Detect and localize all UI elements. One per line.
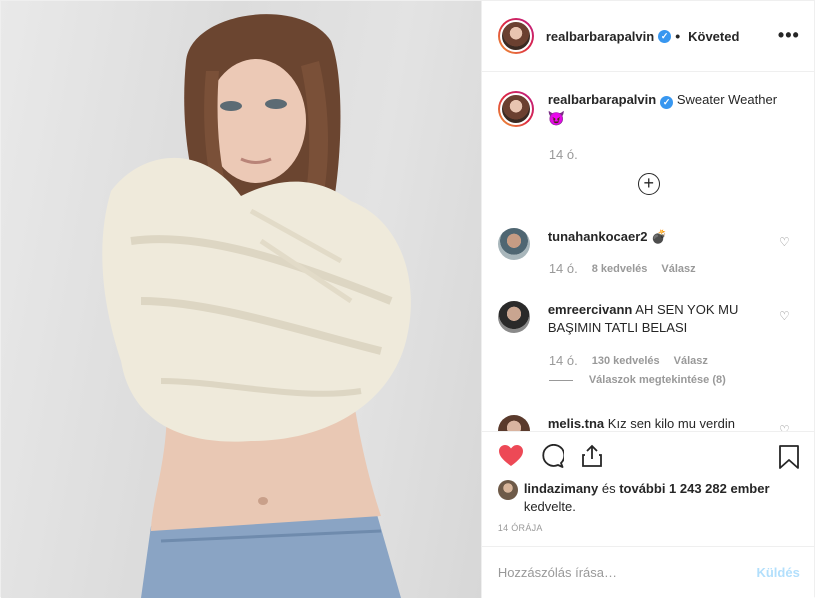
load-more-comments-icon[interactable]: + <box>637 173 660 195</box>
heart-filled-icon[interactable] <box>498 444 524 468</box>
replies-line <box>548 379 573 381</box>
likes-summary: lindazimany és további 1 243 282 ember k… <box>497 480 770 516</box>
post-modal: realbarbarapalvin ✓ • Követed ••• realba… <box>0 0 815 598</box>
liker-username[interactable]: lindazimany <box>524 481 598 496</box>
comment-icon[interactable] <box>540 444 564 468</box>
follow-status[interactable]: Követed <box>688 29 739 44</box>
reply-button[interactable]: Válasz <box>661 263 695 275</box>
comment-avatar[interactable] <box>497 415 530 431</box>
share-icon[interactable] <box>580 444 604 468</box>
comment-item: melis.tna Kız sen kilo mu verdin <box>497 415 788 431</box>
comment-meta: 14 ó. 8 kedvelés Válasz <box>549 261 710 276</box>
comment-time[interactable]: 14 ó. <box>549 353 578 368</box>
verified-icon: ✓ <box>658 29 672 43</box>
add-comment-bar: Küldés <box>481 546 815 598</box>
comment-likes[interactable]: 130 kedvelés <box>592 355 660 367</box>
likes-suffix: kedvelte. <box>523 499 576 514</box>
author-username[interactable]: realbarbarapalvin <box>546 29 654 44</box>
comment-text: Kız sen kilo mu verdin <box>607 416 735 431</box>
reply-button[interactable]: Válasz <box>674 355 708 367</box>
post-sidebar: realbarbarapalvin ✓ • Követed ••• realba… <box>480 1 815 598</box>
comment-likes[interactable]: 8 kedvelés <box>592 263 648 275</box>
comment-time[interactable]: 14 ó. <box>549 261 578 276</box>
comment-like-icon[interactable]: ♡ <box>779 423 790 431</box>
comment-meta: 14 ó. 130 kedvelés Válasz <box>549 353 722 368</box>
view-replies-button[interactable]: Válaszok megtekintése (8) <box>548 374 726 386</box>
comment-item: emreercivann AH SEN YOK MU BAŞIMIN TATLI… <box>497 301 788 337</box>
author-avatar[interactable] <box>497 18 534 54</box>
comment-like-icon[interactable]: ♡ <box>779 309 790 323</box>
comment-like-icon[interactable]: ♡ <box>779 235 790 249</box>
caption-avatar[interactable] <box>497 91 534 127</box>
bookmark-icon[interactable] <box>778 444 800 470</box>
comment-username[interactable]: emreercivann <box>548 302 633 317</box>
comment-text: 💣 <box>651 229 668 244</box>
comments-list[interactable]: realbarbarapalvin ✓ Sweater Weather 😈 14 … <box>482 73 815 431</box>
liker-avatar[interactable] <box>497 480 518 500</box>
verified-icon: ✓ <box>660 96 674 109</box>
likes-conjunction: és <box>598 481 620 496</box>
post-actions: lindazimany és további 1 243 282 ember k… <box>481 431 815 546</box>
caption-username[interactable]: realbarbarapalvin <box>548 92 656 107</box>
comment-input[interactable] <box>497 565 757 580</box>
caption-emoji: 😈 <box>547 110 566 126</box>
caption: realbarbarapalvin ✓ Sweater Weather 😈 <box>497 91 793 128</box>
more-options-icon[interactable]: ••• <box>778 25 800 46</box>
view-replies-label: Válaszok megtekintése (8) <box>588 374 726 386</box>
post-header: realbarbarapalvin ✓ • Követed ••• <box>481 1 815 72</box>
comment-avatar[interactable] <box>497 301 530 333</box>
post-timestamp[interactable]: 14 ÓRÁJA <box>498 523 543 533</box>
comment-username[interactable]: melis.tna <box>548 416 604 431</box>
comment-avatar[interactable] <box>497 228 530 260</box>
send-button[interactable]: Küldés <box>756 565 799 580</box>
post-photo[interactable] <box>1 1 481 598</box>
caption-time[interactable]: 14 ó. <box>549 147 578 162</box>
caption-meta: 14 ó. <box>549 147 592 162</box>
caption-text: Sweater Weather <box>676 92 778 107</box>
likes-others-count[interactable]: további 1 243 282 ember <box>619 481 769 496</box>
comment-item: tunahankocaer2 💣 <box>497 228 788 260</box>
comment-username[interactable]: tunahankocaer2 <box>548 229 648 244</box>
photo-illustration <box>102 14 411 598</box>
